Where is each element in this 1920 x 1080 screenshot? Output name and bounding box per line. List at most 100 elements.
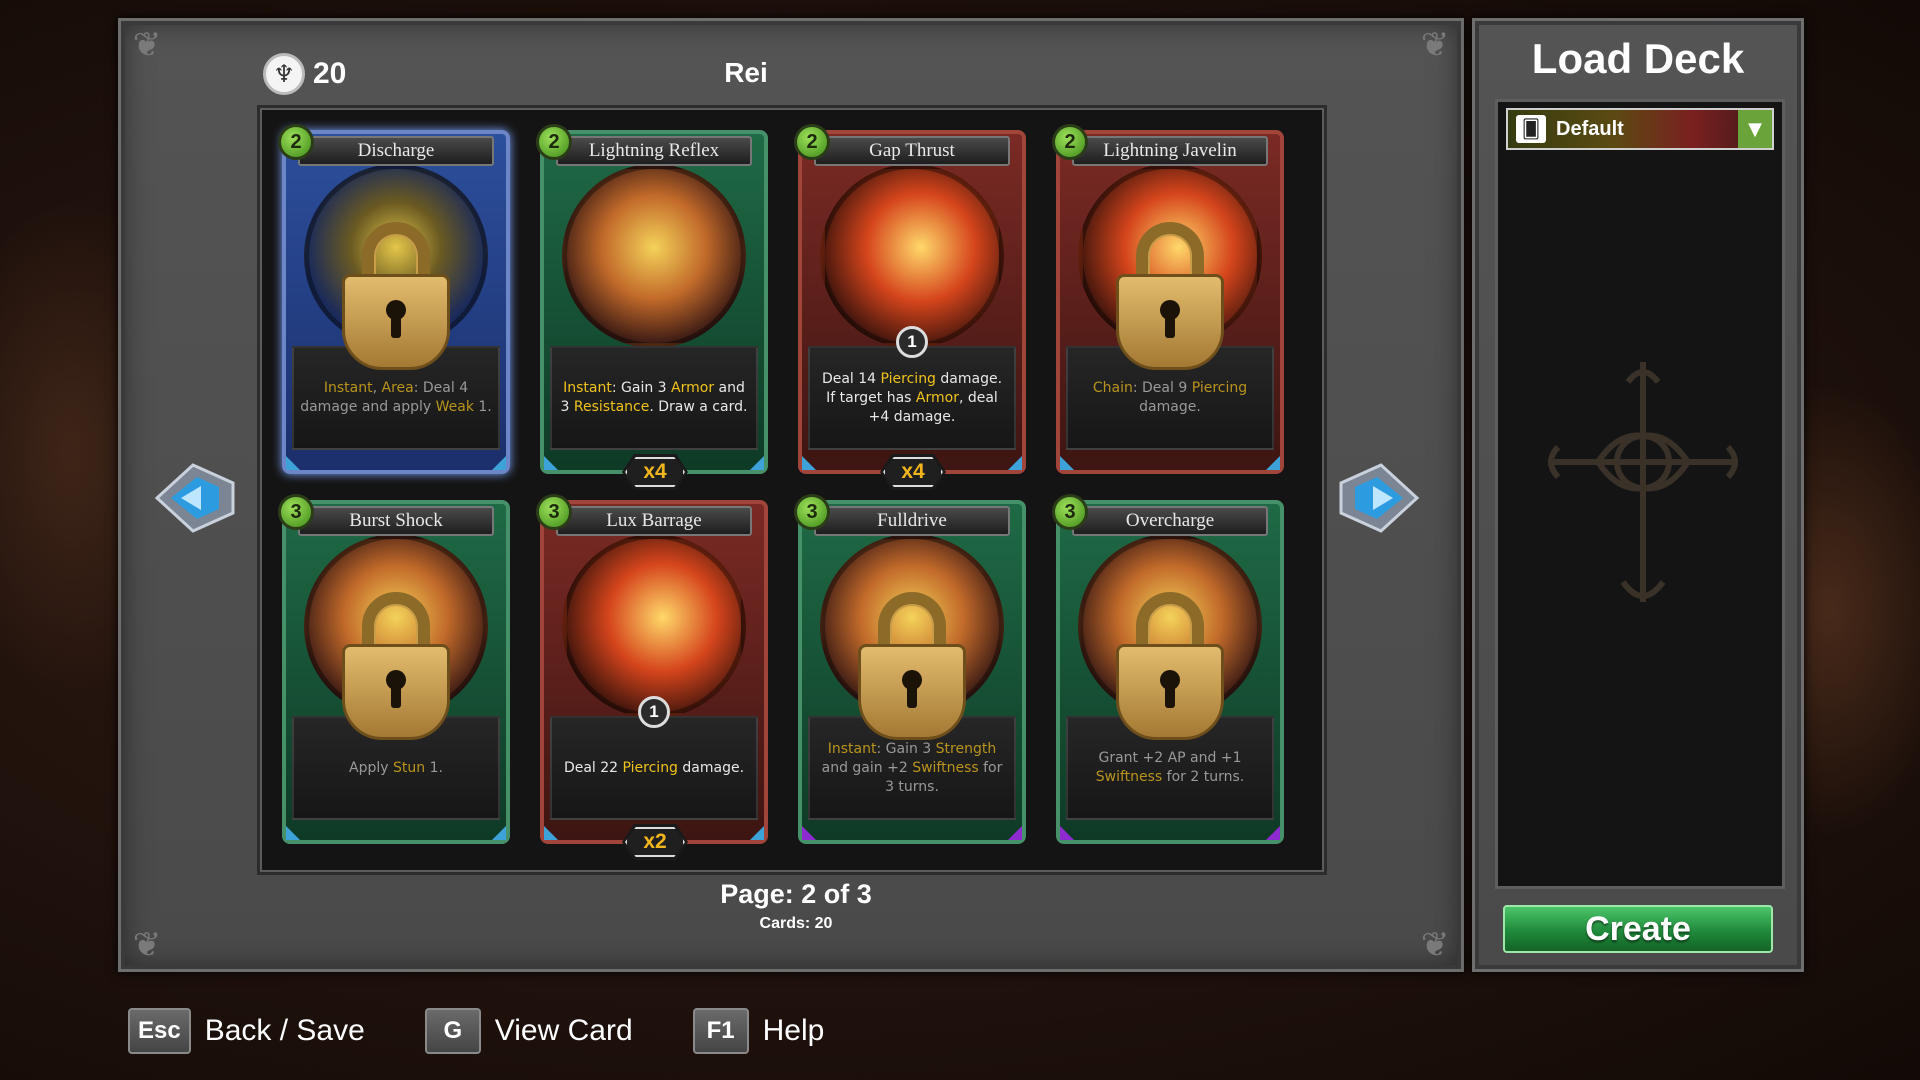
padlock-icon [858,592,966,746]
chevron-down-icon[interactable]: ▼ [1738,110,1772,148]
card-corner-marker [1060,826,1074,840]
padlock-icon [1116,222,1224,376]
card-cost: 2 [536,124,572,160]
page-indicator: Page: 2 of 3 [720,879,872,909]
card-title: Lux Barrage [606,510,702,531]
corner-ornament: ❦ [1420,25,1450,65]
hint-label: View Card [494,1014,633,1047]
card-cost: 3 [794,494,830,530]
card-corner-marker [544,826,558,840]
card-tier-badge: 1 [896,326,928,358]
card-art [562,534,746,718]
card-lightning-reflex[interactable]: 2 Lightning Reflex Instant: Gain 3 Armor… [536,124,768,490]
previous-page-arrow-icon[interactable] [149,453,239,543]
character-name: Rei [724,57,768,88]
deck-dropdown[interactable]: 🂠 Default ▼ [1506,108,1774,150]
card-tier-badge: 1 [638,696,670,728]
card-burst-shock[interactable]: 3 Burst Shock Apply Stun 1. [278,494,510,844]
card-quantity-badge: x2 [622,824,688,860]
card-cost: 3 [1052,494,1088,530]
card-quantity: x4 [625,457,685,487]
card-title-plate: Overcharge [1072,506,1268,536]
hint-g[interactable]: G View Card [424,1008,633,1054]
card-title: Burst Shock [349,510,443,531]
card-fulldrive[interactable]: 3 Fulldrive Instant: Gain 3 Strength and… [794,494,1026,844]
card-lux-barrage[interactable]: 3 Lux Barrage Deal 22 Piercing damage. 1… [536,494,768,860]
ornate-cross-emblem-icon [1548,362,1738,602]
deck-name: Default [1556,117,1624,140]
next-page-arrow-icon[interactable] [1335,453,1425,543]
hint-label: Help [762,1014,825,1047]
card-lightning-javelin[interactable]: 2 Lightning Javelin Chain: Deal 9 Pierci… [1052,124,1284,474]
card-corner-marker [750,826,764,840]
padlock-icon [342,222,450,376]
key-cap: Esc [128,1008,191,1054]
card-corner-marker [544,456,558,470]
card-description: Instant: Gain 3 Strength and gain +2 Swi… [821,740,1003,795]
card-description-box: Deal 22 Piercing damage. [550,716,758,820]
card-corner-marker [1008,826,1022,840]
control-hints: Esc Back / Save G View Card F1 Help [128,1008,884,1054]
load-deck-title: Load Deck [1531,35,1745,82]
card-points-value: 20 [313,57,347,90]
card-corner-marker [286,826,300,840]
card-corner-marker [1008,456,1022,470]
cards-coin-icon: ♆ [263,53,305,95]
card-description: Instant: Gain 3 Armor and 3 Resistance. … [560,380,748,415]
card-title-plate: Burst Shock [298,506,494,536]
card-title-plate: Lightning Javelin [1072,136,1268,166]
card-corner-marker [492,826,506,840]
card-corner-marker [286,456,300,470]
card-gap-thrust[interactable]: 2 Gap Thrust Deal 14 Piercing damage. If… [794,124,1026,490]
hint-esc[interactable]: Esc Back / Save [128,1008,365,1054]
card-discharge[interactable]: 2 Discharge Instant, Area: Deal 4 damage… [278,124,510,474]
padlock-icon [342,592,450,746]
card-title: Lightning Javelin [1103,140,1237,161]
card-quantity: x2 [625,827,685,857]
padlock-icon [1116,592,1224,746]
card-title-plate: Discharge [298,136,494,166]
deck-list: 🂠 Default ▼ [1495,99,1785,889]
card-corner-marker [1266,826,1280,840]
card-description: Deal 14 Piercing damage. If target has A… [821,370,1003,425]
card-cost: 2 [794,124,830,160]
card-quantity-badge: x4 [622,454,688,490]
cards-count: Cards: 20 [759,915,833,932]
card-corner-marker [802,826,816,840]
card-title-plate: Lightning Reflex [556,136,752,166]
card-art [820,164,1004,348]
deck-cards-icon: 🂠 [1516,115,1546,143]
load-deck-panel: Load Deck 🂠 Default ▼ Create [1472,18,1804,972]
card-title: Fulldrive [877,510,947,531]
card-points-counter: ♆ 20 [263,53,346,95]
card-title-plate: Lux Barrage [556,506,752,536]
card-corner-marker [750,456,764,470]
hint-f1[interactable]: F1 Help [692,1008,825,1054]
key-cap: F1 [692,1008,749,1054]
card-title: Overcharge [1125,510,1215,531]
create-deck-button[interactable]: Create [1503,905,1773,953]
card-cost: 3 [536,494,572,530]
card-corner-marker [1060,456,1074,470]
card-description-box: Instant: Gain 3 Armor and 3 Resistance. … [550,346,758,450]
card-corner-marker [1266,456,1280,470]
card-title: Discharge [357,140,435,161]
card-grid: 2 Discharge Instant, Area: Deal 4 damage… [257,105,1327,875]
key-cap: G [424,1008,481,1054]
card-overcharge[interactable]: 3 Overcharge Grant +2 AP and +1 Swiftnes… [1052,494,1284,844]
card-cost: 2 [278,124,314,160]
card-quantity: x4 [883,457,943,487]
card-cost: 3 [278,494,314,530]
card-art [562,164,746,348]
card-corner-marker [802,456,816,470]
card-description: Apply Stun 1. [349,759,443,776]
card-quantity-badge: x4 [880,454,946,490]
corner-ornament: ❦ [132,925,162,965]
card-title-plate: Fulldrive [814,506,1010,536]
card-description: Deal 22 Piercing damage. [563,759,745,776]
card-description: Grant +2 AP and +1 Swiftness for 2 turns… [1095,750,1245,785]
card-description: Chain: Deal 9 Piercing damage. [1092,380,1248,415]
card-title-plate: Gap Thrust [814,136,1010,166]
card-title: Gap Thrust [869,140,955,161]
card-collection-panel: ❦ ❦ ❦ ❦ ♆ 20 Rei 2 Discharge Instant, Ar… [118,18,1464,972]
